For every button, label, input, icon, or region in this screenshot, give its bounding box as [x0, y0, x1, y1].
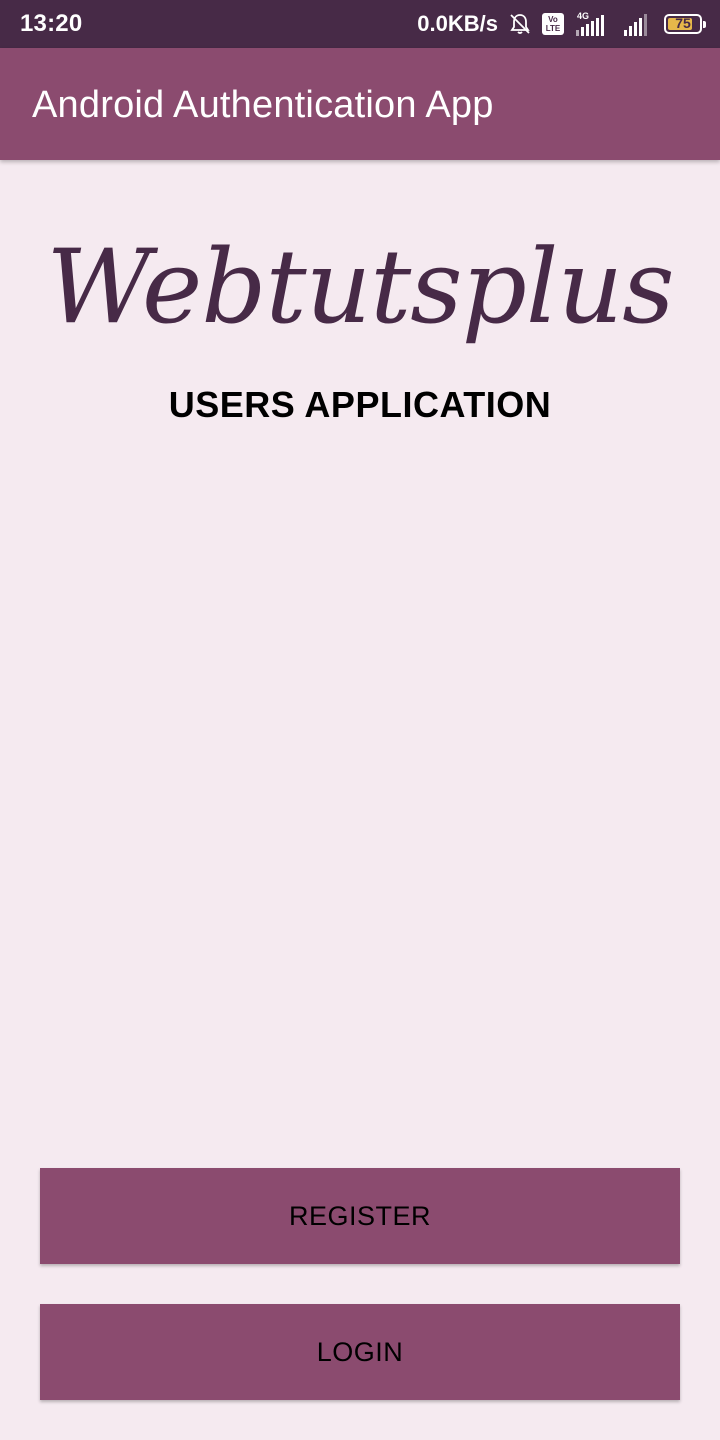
status-bar: 13:20 0.0KB/s Vo LTE 4G 75	[0, 0, 720, 48]
network-speed: 0.0KB/s	[417, 11, 498, 36]
status-icons: 0.0KB/s Vo LTE 4G 75	[417, 8, 706, 40]
app-title: Android Authentication App	[32, 84, 494, 126]
bell-off-icon	[508, 12, 532, 36]
signal-icon	[622, 10, 652, 38]
volte-bottom-text: LTE	[545, 24, 561, 33]
volte-icon: Vo LTE	[542, 13, 564, 35]
signal-4g-icon: 4G	[574, 10, 612, 38]
battery-tip	[703, 21, 706, 28]
app-bar: Android Authentication App	[0, 48, 720, 160]
register-button[interactable]: REGISTER	[40, 1168, 680, 1264]
volte-top-text: Vo	[548, 15, 558, 24]
status-time: 13:20	[20, 10, 83, 37]
battery-level: 75	[675, 15, 691, 31]
network-type-label: 4G	[577, 11, 589, 21]
login-button[interactable]: LOGIN	[40, 1304, 680, 1400]
battery-icon: 75	[664, 14, 706, 34]
logo-text: Webtutsplus	[46, 228, 674, 347]
page-subtitle: USERS APPLICATION	[168, 384, 552, 425]
